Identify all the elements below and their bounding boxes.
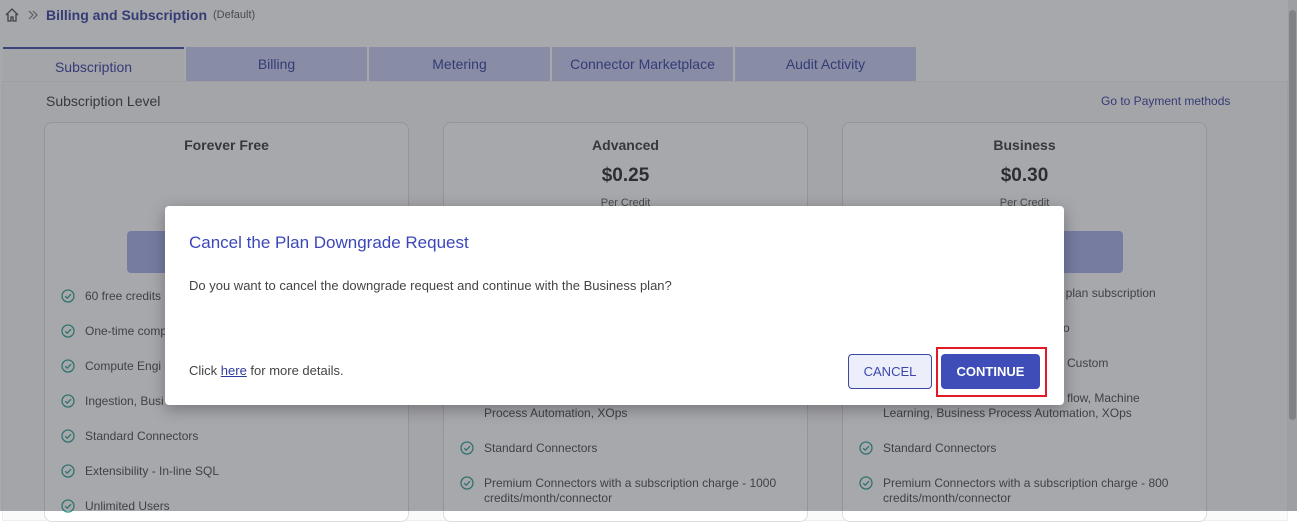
cancel-button[interactable]: CANCEL bbox=[848, 354, 932, 389]
dialog-title: Cancel the Plan Downgrade Request bbox=[189, 233, 469, 252]
dialog-footer-text: Click here for more details. bbox=[189, 363, 344, 378]
continue-button[interactable]: CONTINUE bbox=[941, 354, 1040, 389]
cancel-downgrade-dialog: Cancel the Plan Downgrade Request Do you… bbox=[165, 206, 1064, 405]
dialog-message: Do you want to cancel the downgrade requ… bbox=[189, 278, 672, 293]
more-details-link[interactable]: here bbox=[221, 363, 247, 378]
